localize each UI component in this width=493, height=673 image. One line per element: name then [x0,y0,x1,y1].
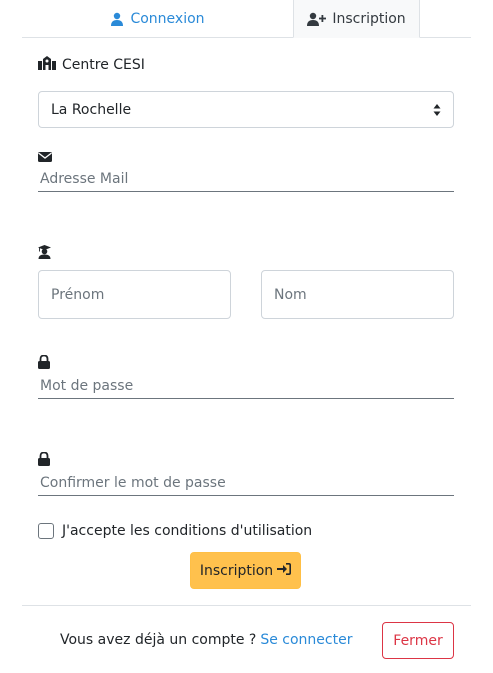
signup-submit-label: Inscription [199,562,274,579]
lock-icon [38,451,50,470]
lastname-field[interactable]: Nom [261,270,454,319]
email-placeholder: Adresse Mail [40,170,129,187]
envelope-icon [38,148,52,167]
user-icon [110,12,124,26]
signup-submit-button[interactable]: Inscription [190,552,301,589]
sign-in-icon [277,562,292,579]
school-icon [38,56,56,74]
auth-tabs: Connexion Inscription [22,0,471,38]
center-label: Centre CESI [62,57,145,73]
graduate-icon [38,244,51,263]
close-button-label: Fermer [393,632,443,649]
terms-row: J'accepte les conditions d'utilisation [38,523,312,539]
firstname-field[interactable]: Prénom [38,270,231,319]
tab-connexion-label: Connexion [130,11,205,27]
footer-text: Vous avez déjà un compte ? Se connecter [60,632,352,648]
close-button[interactable]: Fermer [382,622,454,659]
center-select[interactable]: La Rochelle [38,91,454,128]
password-placeholder: Mot de passe [40,377,134,394]
tab-inscription-label: Inscription [332,10,406,27]
confirm-password-field[interactable]: Confirmer le mot de passe [38,470,454,496]
password-field[interactable]: Mot de passe [38,373,454,399]
center-label-row: Centre CESI [38,56,145,74]
center-select-value: La Rochelle [51,101,132,118]
login-link[interactable]: Se connecter [260,632,352,648]
tab-inscription[interactable]: Inscription [293,0,420,38]
firstname-placeholder: Prénom [51,286,105,303]
footer-divider [22,605,471,606]
footer-question: Vous avez déjà un compte ? [60,632,257,648]
terms-label[interactable]: J'accepte les conditions d'utilisation [62,523,312,539]
terms-checkbox[interactable] [38,523,54,539]
lock-icon [38,354,50,373]
confirm-password-placeholder: Confirmer le mot de passe [40,474,226,491]
tab-connexion[interactable]: Connexion [22,0,293,38]
lastname-placeholder: Nom [274,286,307,303]
user-plus-icon [307,12,327,26]
select-arrows-icon [433,103,441,121]
email-field[interactable]: Adresse Mail [38,166,454,192]
